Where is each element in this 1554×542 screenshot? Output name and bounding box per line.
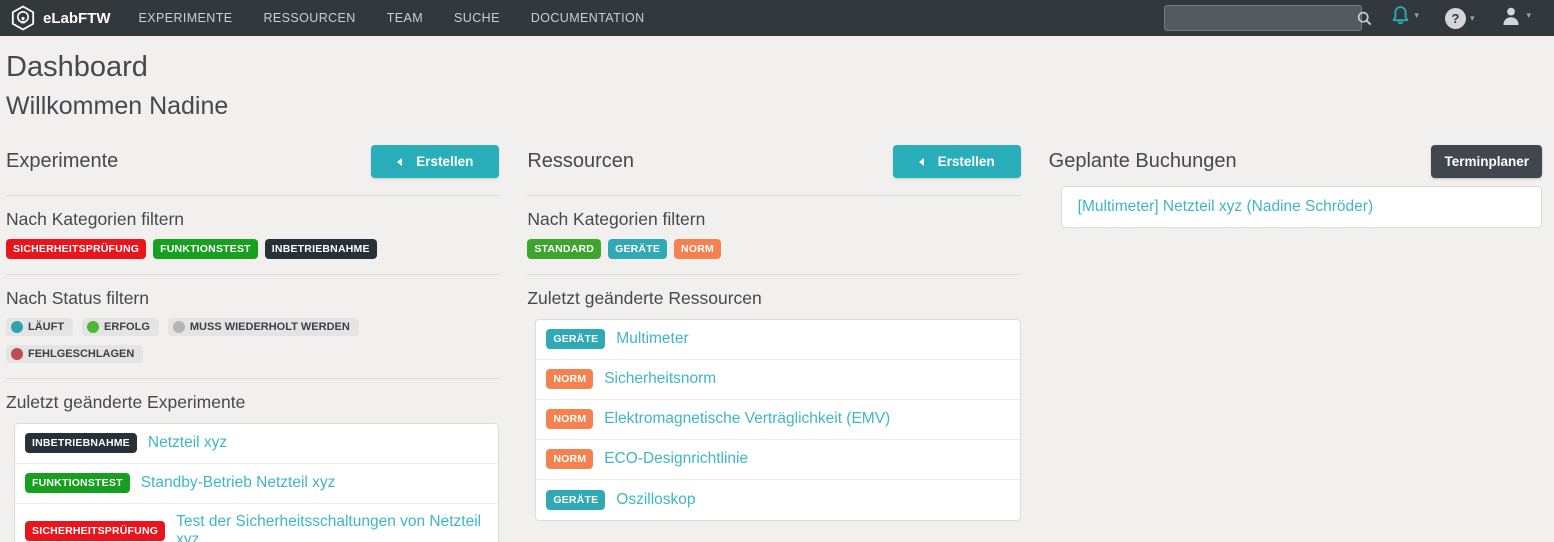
nav-item[interactable]: DOCUMENTATION [531, 11, 645, 25]
booking-row[interactable]: [Multimeter] Netzteil xyz (Nadine Schröd… [1062, 187, 1541, 227]
resource-link[interactable]: Sicherheitsnorm [604, 370, 716, 388]
resources-title: Ressourcen [527, 150, 634, 173]
experiment-link[interactable]: Test der Sicherheitsschaltungen von Netz… [176, 513, 488, 542]
dashboard-main: Dashboard Willkommen Nadine Experimente … [0, 36, 1554, 542]
status-filter-pill[interactable]: FEHLGESCHLAGEN [6, 345, 143, 363]
nav-item[interactable]: SUCHE [454, 11, 500, 25]
resources-category-badges: STANDARD GERÄTE NORM [527, 239, 1020, 259]
create-experiment-label: Erstellen [416, 154, 473, 169]
category-badge: NORM [546, 449, 593, 469]
scheduler-button[interactable]: Terminplaner [1431, 145, 1542, 178]
category-badge: GERÄTE [546, 329, 605, 349]
welcome-message: Willkommen Nadine [6, 91, 1542, 121]
resource-link[interactable]: Elektromagnetische Verträglichkeit (EMV) [604, 410, 890, 428]
experiments-category-filter-title: Nach Kategorien filtern [6, 209, 499, 230]
bookings-list: [Multimeter] Netzteil xyz (Nadine Schröd… [1061, 186, 1542, 228]
status-filter-pill[interactable]: LÄUFT [6, 318, 73, 336]
resource-row[interactable]: NORM ECO-Designrichtlinie [536, 440, 1019, 480]
navbar-search [1164, 5, 1362, 31]
experiment-link[interactable]: Netzteil xyz [148, 434, 227, 452]
experiment-row[interactable]: INBETRIEBNAHME Netzteil xyz [15, 424, 498, 464]
help-icon: ? [1445, 8, 1466, 29]
booking-link[interactable]: [Multimeter] Netzteil xyz (Nadine Schröd… [1078, 198, 1373, 216]
brand-logo[interactable]: eLabFTW [10, 5, 111, 31]
create-experiment-button[interactable]: Erstellen [371, 145, 499, 178]
category-badge: INBETRIEBNAHME [25, 433, 137, 453]
status-filter-pill[interactable]: ERFOLG [82, 318, 159, 336]
dashboard-columns: Experimente Erstellen Nach Kategorien fi… [6, 144, 1542, 542]
status-dot-icon [173, 321, 185, 333]
elabftw-logo-icon [10, 5, 36, 31]
search-input[interactable] [1165, 6, 1357, 30]
experiment-link[interactable]: Standby-Betrieb Netzteil xyz [141, 474, 336, 492]
resource-row[interactable]: NORM Elektromagnetische Verträglichkeit … [536, 400, 1019, 440]
notifications-menu[interactable]: ▾ [1391, 5, 1419, 31]
status-label: FEHLGESCHLAGEN [28, 348, 134, 360]
nav-item[interactable]: RESSOURCEN [264, 11, 356, 25]
user-icon [1500, 5, 1522, 32]
resource-link[interactable]: ECO-Designrichtlinie [604, 450, 748, 468]
category-filter-badge[interactable]: GERÄTE [608, 239, 667, 259]
recent-experiments-title: Zuletzt geänderte Experimente [6, 392, 499, 413]
status-filter-pill[interactable]: MUSS WIEDERHOLT WERDEN [168, 318, 359, 336]
category-filter-badge[interactable]: SICHERHEITSPRÜFUNG [6, 239, 146, 259]
chevron-down-icon: ▾ [1470, 8, 1475, 28]
nav-item[interactable]: TEAM [387, 11, 423, 25]
status-label: ERFOLG [104, 321, 150, 333]
recent-resources-title: Zuletzt geänderte Ressourcen [527, 288, 1020, 309]
experiments-title: Experimente [6, 150, 118, 173]
divider [6, 195, 499, 196]
top-navbar: eLabFTW EXPERIMENTE RESSOURCEN TEAM SUCH… [0, 0, 1554, 36]
resource-row[interactable]: GERÄTE Oszilloskop [536, 480, 1019, 520]
status-label: MUSS WIEDERHOLT WERDEN [190, 321, 350, 333]
brand-name: eLabFTW [43, 10, 111, 27]
divider [6, 378, 499, 379]
nav-item[interactable]: EXPERIMENTE [139, 11, 233, 25]
resource-row[interactable]: NORM Sicherheitsnorm [536, 360, 1019, 400]
resource-link[interactable]: Oszilloskop [616, 491, 695, 509]
create-resource-label: Erstellen [938, 154, 995, 169]
caret-left-icon [397, 158, 402, 166]
category-badge: GERÄTE [546, 490, 605, 510]
create-resource-button[interactable]: Erstellen [893, 145, 1021, 178]
status-dot-icon [11, 348, 23, 360]
main-nav: EXPERIMENTE RESSOURCEN TEAM SUCHE DOCUME… [139, 11, 645, 25]
chevron-down-icon: ▾ [1414, 5, 1419, 25]
divider [6, 274, 499, 275]
resources-column: Ressourcen Erstellen Nach Kategorien fil… [527, 144, 1020, 542]
experiment-row[interactable]: SICHERHEITSPRÜFUNG Test der Sicherheitss… [15, 504, 498, 542]
category-badge: SICHERHEITSPRÜFUNG [25, 521, 165, 541]
status-dot-icon [11, 321, 23, 333]
category-badge: FUNKTIONSTEST [25, 473, 130, 493]
resource-link[interactable]: Multimeter [616, 330, 688, 348]
experiments-column: Experimente Erstellen Nach Kategorien fi… [6, 144, 499, 542]
recent-experiments-list: INBETRIEBNAHME Netzteil xyz FUNKTIONSTES… [14, 423, 499, 542]
category-badge: NORM [546, 409, 593, 429]
bell-icon [1391, 5, 1410, 31]
category-badge: NORM [546, 369, 593, 389]
experiments-status-filter-title: Nach Status filtern [6, 288, 499, 309]
status-label: LÄUFT [28, 321, 64, 333]
experiment-row[interactable]: FUNKTIONSTEST Standby-Betrieb Netzteil x… [15, 464, 498, 504]
status-dot-icon [87, 321, 99, 333]
page-title: Dashboard [6, 50, 1542, 85]
category-filter-badge[interactable]: FUNKTIONSTEST [153, 239, 258, 259]
category-filter-badge[interactable]: INBETRIEBNAHME [265, 239, 377, 259]
chevron-down-icon: ▾ [1526, 5, 1531, 25]
bookings-column: Geplante Buchungen Terminplaner [Multime… [1049, 144, 1542, 542]
experiments-status-pills: LÄUFT ERFOLG MUSS WIEDERHOLT WERDEN [6, 318, 499, 363]
divider [527, 274, 1020, 275]
experiments-category-badges: SICHERHEITSPRÜFUNG FUNKTIONSTEST INBETRI… [6, 239, 499, 259]
user-menu[interactable]: ▾ [1500, 5, 1531, 32]
recent-resources-list: GERÄTE Multimeter NORM Sicherheitsnorm N… [535, 319, 1020, 521]
caret-left-icon [919, 158, 924, 166]
divider [527, 195, 1020, 196]
help-menu[interactable]: ? ▾ [1445, 8, 1475, 29]
category-filter-badge[interactable]: NORM [674, 239, 721, 259]
category-filter-badge[interactable]: STANDARD [527, 239, 601, 259]
resources-category-filter-title: Nach Kategorien filtern [527, 209, 1020, 230]
bookings-title: Geplante Buchungen [1049, 150, 1237, 173]
resource-row[interactable]: GERÄTE Multimeter [536, 320, 1019, 360]
search-icon[interactable] [1357, 11, 1372, 26]
